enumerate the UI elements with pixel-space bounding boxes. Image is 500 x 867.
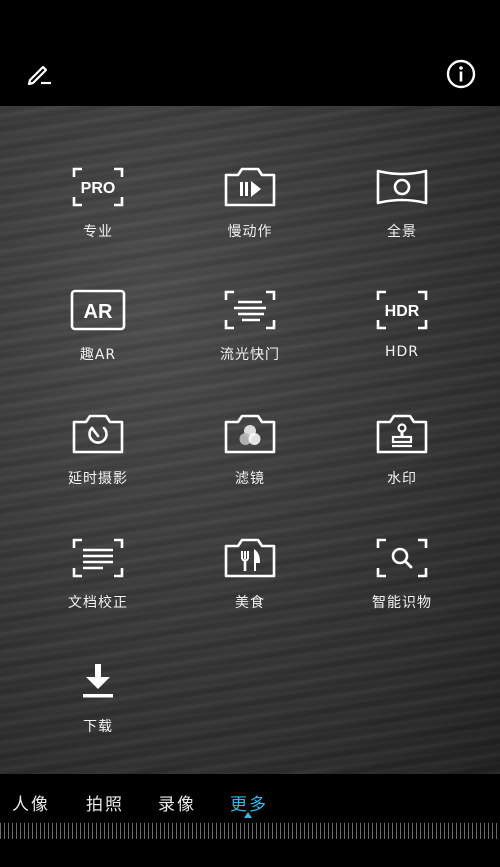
hdr-icon: HDR	[376, 290, 428, 330]
svg-text:HDR: HDR	[385, 303, 420, 320]
mode-panorama[interactable]: 全景	[337, 163, 467, 241]
mode-watermark[interactable]: 水印	[337, 410, 467, 488]
mode-label: 美食	[235, 595, 265, 611]
mode-label: 慢动作	[227, 224, 273, 240]
mode-hdr[interactable]: HDR HDR	[337, 286, 467, 360]
slow-motion-icon	[224, 167, 276, 207]
top-bar	[0, 0, 500, 106]
mode-scroll-ticks[interactable]	[0, 823, 500, 839]
light-painting-icon	[224, 290, 276, 330]
mode-grid-panel: PRO 专业 慢动作 全景 AR 趣AR 流光快门 HDR HDR 延时摄影 滤…	[0, 106, 500, 774]
svg-text:AR: AR	[84, 301, 113, 323]
mode-light-painting[interactable]: 流光快门	[185, 286, 315, 364]
mode-ar[interactable]: AR 趣AR	[33, 286, 163, 364]
camera-screen: PRO 专业 慢动作 全景 AR 趣AR 流光快门 HDR HDR 延时摄影 滤…	[0, 0, 500, 867]
active-tab-indicator	[244, 812, 252, 818]
info-icon[interactable]	[445, 58, 477, 90]
ar-icon: AR	[70, 289, 126, 331]
mode-slow-motion[interactable]: 慢动作	[185, 163, 315, 241]
mode-label: 趣AR	[79, 347, 117, 363]
mode-label: 下载	[83, 719, 113, 735]
watermark-icon	[376, 414, 428, 454]
mode-time-lapse[interactable]: 延时摄影	[33, 410, 163, 488]
mode-label: 滤镜	[235, 471, 265, 487]
smart-recognition-icon	[376, 538, 428, 578]
pencil-icon[interactable]	[24, 58, 54, 88]
mode-label: HDR	[384, 344, 420, 360]
mode-food[interactable]: 美食	[185, 534, 315, 612]
pro-icon: PRO	[72, 167, 124, 207]
time-lapse-icon	[72, 414, 124, 454]
mode-label: 专业	[83, 224, 113, 240]
mode-label: 全景	[387, 224, 417, 240]
mode-download[interactable]: 下载	[33, 658, 163, 736]
food-icon	[224, 538, 276, 578]
mode-label: 智能识物	[372, 595, 432, 611]
mode-label: 文档校正	[68, 595, 128, 611]
mode-filter[interactable]: 滤镜	[185, 410, 315, 488]
tab-video[interactable]: 录像	[158, 790, 196, 815]
mode-smart-recognition[interactable]: 智能识物	[337, 534, 467, 612]
filter-icon	[224, 414, 276, 454]
panorama-icon	[376, 169, 428, 205]
svg-text:PRO: PRO	[81, 180, 116, 197]
mode-switcher-bar: 人像 拍照 录像 更多	[0, 774, 500, 867]
mode-label: 水印	[387, 471, 417, 487]
mode-label: 延时摄影	[68, 471, 128, 487]
mode-document-correction[interactable]: 文档校正	[33, 534, 163, 612]
tab-photo[interactable]: 拍照	[86, 790, 124, 815]
tab-portrait[interactable]: 人像	[12, 790, 50, 815]
mode-pro[interactable]: PRO 专业	[33, 163, 163, 241]
download-icon	[83, 664, 113, 698]
document-correction-icon	[72, 538, 124, 578]
mode-label: 流光快门	[220, 347, 280, 363]
